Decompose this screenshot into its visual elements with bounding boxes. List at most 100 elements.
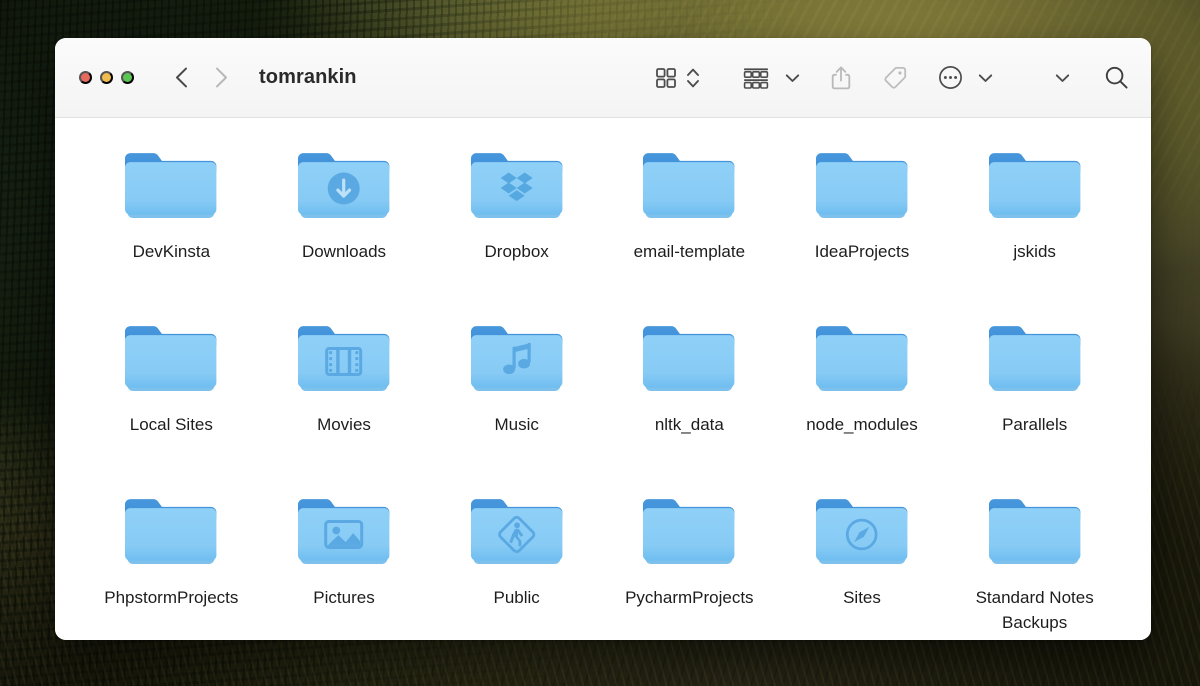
share-icon <box>831 66 851 89</box>
file-browser-content[interactable]: DevKinsta Downloads Dropbox email-templa… <box>55 118 1151 640</box>
file-label[interactable]: PycharmProjects <box>625 586 753 611</box>
file-icon[interactable] <box>465 490 569 574</box>
folder-front <box>643 335 735 388</box>
file-label[interactable]: Local Sites <box>130 413 213 438</box>
file-item[interactable]: Parallels <box>948 313 1121 486</box>
file-item[interactable]: nltk_data <box>603 313 776 486</box>
chevron-right-icon <box>215 67 227 88</box>
minimize-button[interactable] <box>100 71 113 84</box>
file-item[interactable]: jskids <box>948 140 1121 313</box>
file-icon[interactable] <box>983 144 1087 228</box>
file-label[interactable]: Pictures <box>313 586 374 611</box>
chevron-down-icon <box>1055 73 1070 82</box>
file-label[interactable]: Music <box>494 413 538 438</box>
folder-front <box>643 162 735 215</box>
file-item[interactable]: Movies <box>258 313 431 486</box>
file-label[interactable]: IdeaProjects <box>815 240 910 265</box>
file-label[interactable]: Public <box>494 586 540 611</box>
folder-front <box>470 162 563 215</box>
file-icon[interactable] <box>292 317 396 401</box>
folder-front <box>988 335 1081 388</box>
file-icon[interactable] <box>983 317 1087 401</box>
file-item[interactable]: DevKinsta <box>85 140 258 313</box>
view-sort-button[interactable] <box>686 66 700 90</box>
file-label[interactable]: Downloads <box>302 240 386 265</box>
chevron-down-icon <box>978 73 993 82</box>
file-icon[interactable] <box>119 490 223 574</box>
search-button[interactable] <box>1104 65 1129 90</box>
file-icon[interactable] <box>465 317 569 401</box>
file-label[interactable]: PhpstormProjects <box>104 586 238 611</box>
file-item[interactable]: PycharmProjects <box>603 486 776 640</box>
file-item[interactable]: node_modules <box>776 313 949 486</box>
file-item[interactable]: Local Sites <box>85 313 258 486</box>
folder-icon <box>988 499 1081 564</box>
folder-icon <box>643 153 735 218</box>
forward-button[interactable] <box>210 65 232 91</box>
file-item[interactable]: Public <box>430 486 603 640</box>
folder-icon <box>643 499 735 564</box>
chevron-down-icon <box>785 73 800 82</box>
folder-icon <box>297 326 390 391</box>
file-icon[interactable] <box>465 144 569 228</box>
file-icon[interactable] <box>119 317 223 401</box>
file-icon[interactable] <box>637 317 741 401</box>
folder-front <box>988 508 1081 561</box>
file-icon[interactable] <box>810 144 914 228</box>
file-icon[interactable] <box>292 490 396 574</box>
folder-front <box>125 508 217 561</box>
file-item[interactable]: PhpstormProjects <box>85 486 258 640</box>
folder-front <box>470 335 563 388</box>
share-button[interactable] <box>830 65 852 91</box>
view-mode-button[interactable] <box>655 67 677 89</box>
folder-front <box>297 508 390 561</box>
file-label[interactable]: email-template <box>634 240 746 265</box>
toolbar-overflow-button[interactable] <box>1055 73 1070 83</box>
file-label[interactable]: node_modules <box>806 413 918 438</box>
folder-icon <box>125 153 217 218</box>
file-item[interactable]: Music <box>430 313 603 486</box>
file-icon[interactable] <box>637 490 741 574</box>
file-label[interactable]: Sites <box>843 586 881 611</box>
file-icon[interactable] <box>637 144 741 228</box>
file-icon[interactable] <box>810 317 914 401</box>
zoom-button[interactable] <box>121 71 134 84</box>
file-item[interactable]: email-template <box>603 140 776 313</box>
file-icon[interactable] <box>810 490 914 574</box>
folder-front <box>125 335 217 388</box>
folder-icon <box>470 153 563 218</box>
file-item[interactable]: Downloads <box>258 140 431 313</box>
file-label[interactable]: DevKinsta <box>133 240 210 265</box>
folder-icon <box>815 326 908 391</box>
folder-icon <box>470 499 563 564</box>
file-icon[interactable] <box>119 144 223 228</box>
file-icon[interactable] <box>983 490 1087 574</box>
folder-front <box>297 335 390 388</box>
tags-button[interactable] <box>882 65 908 91</box>
finder-window: tomrankin DevKinsta Downloads Dropbox em… <box>55 38 1151 640</box>
download-arrow-badge <box>327 172 360 205</box>
file-item[interactable]: Standard Notes Backups <box>948 486 1121 640</box>
file-icon[interactable] <box>292 144 396 228</box>
close-button[interactable] <box>79 71 92 84</box>
file-item[interactable]: Dropbox <box>430 140 603 313</box>
file-label[interactable]: Movies <box>317 413 371 438</box>
file-label[interactable]: Parallels <box>1002 413 1067 438</box>
file-item[interactable]: Pictures <box>258 486 431 640</box>
file-item[interactable]: Sites <box>776 486 949 640</box>
tag-icon <box>884 66 907 89</box>
file-label[interactable]: nltk_data <box>655 413 724 438</box>
folder-front <box>815 335 908 388</box>
file-label[interactable]: Dropbox <box>485 240 549 265</box>
file-label[interactable]: Standard Notes Backups <box>951 586 1119 635</box>
file-item[interactable]: IdeaProjects <box>776 140 949 313</box>
traffic-lights <box>79 71 134 84</box>
more-actions-button[interactable] <box>938 65 993 90</box>
file-label[interactable]: jskids <box>1013 240 1056 265</box>
folder-icon <box>815 153 908 218</box>
folder-icon <box>988 326 1081 391</box>
folder-icon <box>297 499 390 564</box>
back-button[interactable] <box>170 65 192 91</box>
folder-icon <box>815 499 908 564</box>
group-items-button[interactable] <box>742 66 800 90</box>
